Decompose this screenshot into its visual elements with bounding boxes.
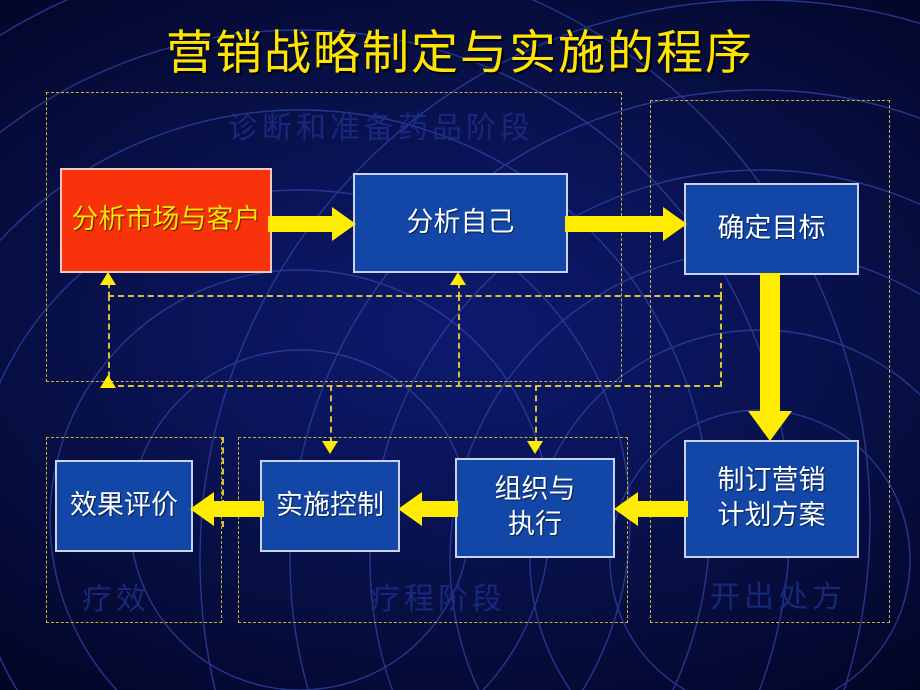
process-box-organize-execute[interactable]: 组织与 执行 [455,458,615,558]
feedback-dropper-to-implement-control [330,385,332,443]
feedback-bus-upper [108,295,720,297]
feedback-arrow-lower-left [100,375,116,388]
process-box-analyze-self[interactable]: 分析自己 [353,173,568,273]
process-box-set-goal[interactable]: 确定目标 [684,183,859,275]
watermark-diagnosis-stage: 诊断和准备药品阶段 [228,111,534,146]
flow-arrow-plan-to-organize [614,492,688,526]
process-box-organize-execute-line2: 执行 [508,509,562,540]
feedback-link-right [720,295,722,387]
process-box-make-plan[interactable]: 制订营销 计划方案 [684,440,859,558]
feedback-link-mid [458,295,460,387]
process-box-make-plan-line1: 制订营销 [717,465,826,497]
process-box-make-plan-line2: 计划方案 [717,500,826,531]
process-box-analyze-market[interactable]: 分析市场与客户 [60,168,272,273]
process-box-evaluate-result[interactable]: 效果评价 [55,460,193,552]
process-box-implement-control-label: 实施控制 [276,489,384,521]
process-box-set-goal-label: 确定目标 [717,212,826,244]
feedback-dropper-to-organize-execute [535,385,537,443]
feedback-arrow-analyze-market [100,272,116,285]
slide-canvas: 营销战略制定与实施的程序 诊断和准备药品阶段 疗效 疗程阶段 开出处方 分析市场… [0,0,920,690]
watermark-efficacy: 疗效 [82,582,150,617]
process-box-implement-control[interactable]: 实施控制 [260,460,400,552]
flow-arrow-market-to-self [268,207,356,241]
flow-arrow-goal-to-plan [748,273,792,441]
process-box-evaluate-result-label: 效果评价 [70,489,178,521]
flow-arrow-self-to-goal [565,207,687,241]
process-box-analyze-market-label: 分析市场与客户 [71,204,261,236]
watermark-prescription: 开出处方 [710,580,846,615]
feedback-link-left [108,295,110,387]
flow-arrow-organize-to-control [398,492,458,526]
slide-title: 营销战略制定与实施的程序 [166,26,754,81]
flow-arrow-control-to-evaluate [190,492,264,526]
feedback-bus-lower [108,385,720,387]
process-box-organize-execute-line1: 组织与 [494,474,576,506]
watermark-treatment-stage: 疗程阶段 [370,582,506,617]
feedback-arrow-analyze-self [450,272,466,285]
feedback-arrow-organize-execute [527,441,543,454]
feedback-arrow-implement-control [322,441,338,454]
process-box-analyze-self-label: 分析自己 [406,206,515,238]
